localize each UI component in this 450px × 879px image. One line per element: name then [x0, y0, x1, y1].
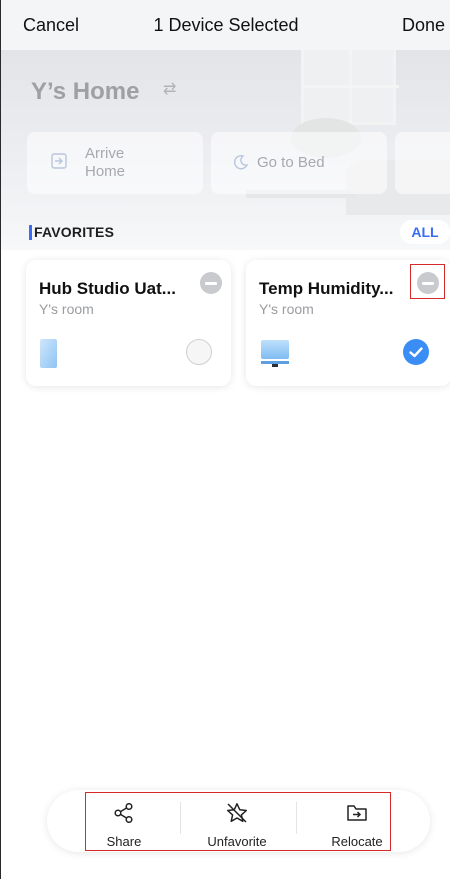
scene-more[interactable] — [395, 132, 450, 194]
scene-label-line1: Arrive — [85, 145, 125, 162]
nav-bar: Cancel 1 Device Selected Done — [1, 0, 450, 50]
unfavorite-label: Unfavorite — [207, 834, 267, 849]
remove-favorite-icon[interactable] — [417, 272, 439, 294]
relocate-label: Relocate — [331, 834, 383, 849]
temp-humidity-device-icon — [258, 336, 292, 375]
all-button[interactable]: ALL — [400, 220, 450, 244]
device-name: Temp Humidity... — [259, 279, 394, 298]
device-room: Y's room — [259, 301, 314, 317]
scene-label: Go to Bed — [257, 154, 325, 171]
share-icon — [114, 802, 133, 824]
scene-label-line2: Home — [85, 163, 126, 180]
divider — [180, 802, 181, 834]
select-checkbox[interactable] — [186, 339, 212, 365]
screen: Cancel 1 Device Selected Done Y’s Home ⇄… — [0, 0, 450, 879]
scene-go-to-bed[interactable]: Go to Bed — [211, 132, 387, 194]
hub-device-icon — [38, 336, 62, 375]
device-card-temp-humidity[interactable]: Temp Humidity... Y's room — [246, 260, 450, 386]
device-card-hub-studio[interactable]: Hub Studio Uat... Y's room — [26, 260, 231, 386]
done-button[interactable]: Done — [402, 15, 445, 36]
device-room: Y's room — [39, 301, 94, 317]
page-title: 1 Device Selected — [153, 15, 299, 35]
favorites-heading: FAVORITES — [34, 224, 115, 240]
relocate-icon — [347, 805, 367, 821]
unfavorite-star-icon — [226, 803, 248, 823]
device-name: Hub Studio Uat... — [39, 279, 176, 298]
section-marker — [29, 225, 32, 240]
home-title[interactable]: Y’s Home — [31, 78, 139, 106]
moon-icon — [233, 154, 249, 175]
scene-arrive-home[interactable]: Arrive Home — [27, 132, 203, 194]
share-label: Share — [106, 834, 142, 849]
relocate-button[interactable]: Relocate — [302, 790, 412, 852]
selected-check-icon[interactable] — [403, 339, 429, 365]
arrive-home-icon — [51, 153, 67, 174]
divider — [296, 802, 297, 834]
remove-favorite-icon[interactable] — [200, 272, 222, 294]
share-button[interactable]: Share — [69, 790, 179, 852]
unfavorite-button[interactable]: Unfavorite — [182, 790, 292, 852]
switch-home-icon[interactable]: ⇄ — [163, 82, 179, 98]
window-decoration — [301, 50, 399, 125]
bottom-action-bar: Share Unfavorite Relocate — [47, 790, 430, 852]
